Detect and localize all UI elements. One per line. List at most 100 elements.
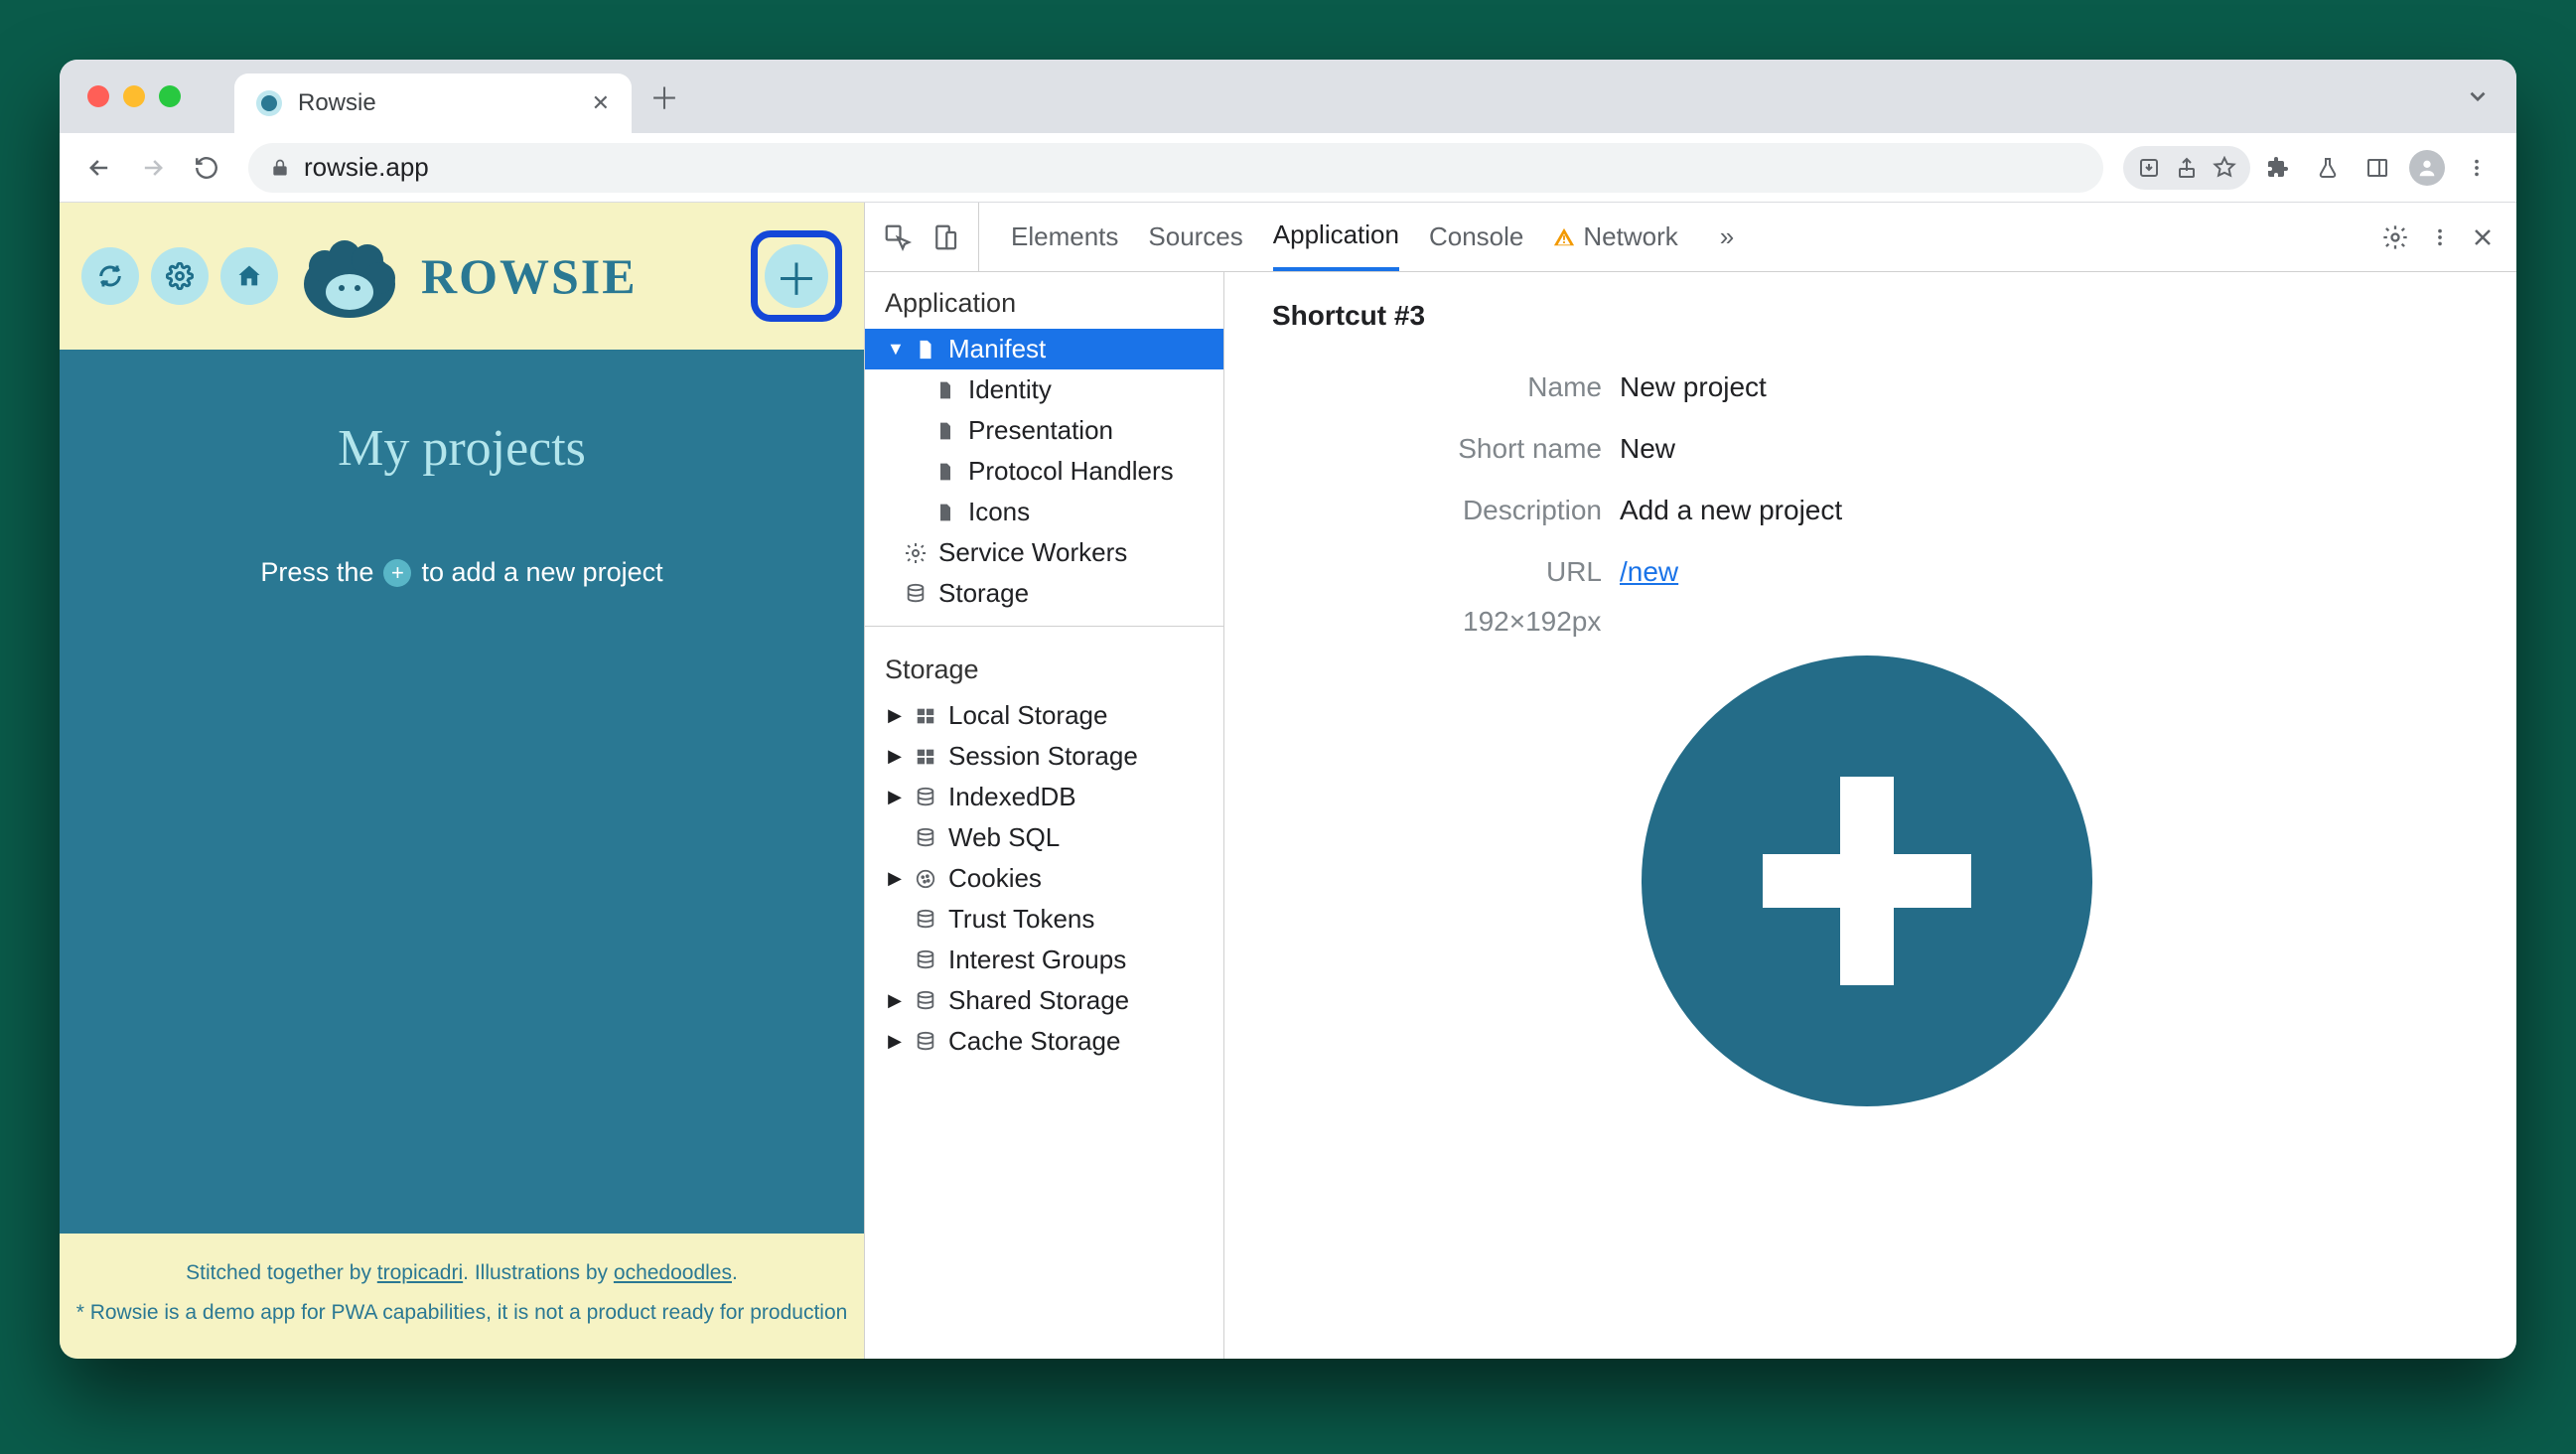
inspect-element-icon[interactable] (883, 222, 913, 252)
app-footer: Stitched together by tropicadri. Illustr… (60, 1234, 864, 1359)
tree-storage[interactable]: Storage (865, 573, 1223, 614)
tree-item[interactable]: Trust Tokens (865, 899, 1223, 940)
rowsie-app: ROWSIE ＋ My projects Press the + to add … (60, 203, 864, 1359)
database-icon (903, 581, 929, 607)
credit-link-1[interactable]: tropicadri (377, 1261, 463, 1284)
toolbar-right (2123, 146, 2499, 190)
side-panel-icon[interactable] (2356, 146, 2399, 190)
field-value-shortname: New (1620, 433, 2477, 465)
close-window-button[interactable] (87, 85, 109, 107)
tree-label: Web SQL (948, 822, 1060, 853)
tree-label: Service Workers (938, 537, 1127, 568)
warning-icon (1553, 226, 1575, 248)
tree-label: Storage (938, 578, 1029, 609)
tree-item[interactable]: ▶Session Storage (865, 736, 1223, 777)
tree-item[interactable]: Interest Groups (865, 940, 1223, 980)
storage-icon (913, 785, 938, 810)
browser-tab[interactable]: Rowsie ✕ (234, 73, 632, 133)
field-label-url: URL (1264, 556, 1602, 588)
browser-window: Rowsie ✕ ＋ rowsie.app (60, 60, 2516, 1359)
devtools-sidebar: Application ▼ Manifest IdentityPresentat… (865, 272, 1224, 1359)
devtools-tab-application[interactable]: Application (1273, 203, 1399, 271)
tree-item[interactable]: Web SQL (865, 817, 1223, 858)
labs-icon[interactable] (2306, 146, 2350, 190)
close-tab-icon[interactable]: ✕ (592, 90, 610, 116)
settings-icon[interactable] (151, 247, 209, 305)
storage-icon (913, 988, 938, 1014)
url-text: rowsie.app (304, 152, 429, 183)
devtools-tab-elements[interactable]: Elements (1011, 203, 1118, 271)
page-actions-pill (2123, 146, 2250, 190)
content-area: ROWSIE ＋ My projects Press the + to add … (60, 203, 2516, 1359)
install-pwa-icon[interactable] (2137, 156, 2161, 180)
forward-button[interactable] (131, 146, 175, 190)
chrome-menu-icon[interactable] (2455, 146, 2499, 190)
field-value-description: Add a new project (1620, 495, 2477, 526)
tree-item[interactable]: Identity (865, 369, 1223, 410)
tree-item[interactable]: ▶Local Storage (865, 695, 1223, 736)
credit-link-2[interactable]: ochedoodles (614, 1261, 732, 1284)
storage-icon (913, 825, 938, 851)
icon-dimensions: 192×192px (1463, 606, 2477, 638)
add-button-highlight: ＋ (751, 230, 842, 322)
footer-text: . (732, 1261, 738, 1284)
extensions-icon[interactable] (2256, 146, 2300, 190)
tab-title: Rowsie (298, 89, 576, 117)
tree-item[interactable]: Presentation (865, 410, 1223, 451)
bookmark-icon[interactable] (2213, 156, 2236, 180)
tab-overflow-icon[interactable] (2465, 83, 2491, 109)
tree-label: Protocol Handlers (968, 456, 1174, 487)
field-label-shortname: Short name (1264, 433, 1602, 465)
devtools-tab-label: Application (1273, 219, 1399, 250)
profile-avatar[interactable] (2405, 146, 2449, 190)
devtools-settings-icon[interactable] (2381, 223, 2409, 251)
devtools-tab-console[interactable]: Console (1429, 203, 1523, 271)
hint-text-post: to add a new project (421, 557, 662, 588)
tree-item[interactable]: Protocol Handlers (865, 451, 1223, 492)
share-icon[interactable] (2175, 156, 2199, 180)
devtools-tab-label: Console (1429, 221, 1523, 252)
reload-button[interactable] (185, 146, 228, 190)
tabs-overflow-icon[interactable]: » (1720, 221, 1734, 252)
devtools-close-icon[interactable] (2471, 225, 2495, 249)
devtools-tab-network[interactable]: Network (1553, 203, 1677, 271)
tree-item[interactable]: Icons (865, 492, 1223, 532)
file-icon (932, 418, 958, 444)
tree-manifest[interactable]: ▼ Manifest (865, 329, 1223, 369)
address-bar[interactable]: rowsie.app (248, 143, 2103, 193)
file-icon (932, 459, 958, 485)
plus-icon: + (383, 559, 411, 587)
footer-disclaimer: * Rowsie is a demo app for PWA capabilit… (73, 1293, 850, 1333)
devtools-tab-sources[interactable]: Sources (1148, 203, 1242, 271)
tree-service-workers[interactable]: Service Workers (865, 532, 1223, 573)
file-icon (932, 500, 958, 525)
devtools-toolbar: Elements Sources Application Console Network… (865, 203, 2516, 272)
tree-item[interactable]: ▶Shared Storage (865, 980, 1223, 1021)
tree-label: Icons (968, 497, 1030, 527)
tree-item[interactable]: ▶Cache Storage (865, 1021, 1223, 1062)
tree-label: IndexedDB (948, 782, 1076, 812)
add-project-button[interactable]: ＋ (765, 244, 828, 308)
lock-icon (270, 158, 290, 178)
file-icon (913, 337, 938, 363)
devtools-tab-label: Sources (1148, 221, 1242, 252)
devtools-tab-label: Elements (1011, 221, 1118, 252)
new-tab-button[interactable]: ＋ (649, 74, 679, 118)
field-label-name: Name (1264, 371, 1602, 403)
shortcut-title: Shortcut #3 (1264, 300, 2477, 332)
tree-item[interactable]: ▶Cookies (865, 858, 1223, 899)
tree-label: Presentation (968, 415, 1113, 446)
home-icon[interactable] (220, 247, 278, 305)
shortcut-icon-preview (1642, 655, 2092, 1106)
minimize-window-button[interactable] (123, 85, 145, 107)
sync-icon[interactable] (81, 247, 139, 305)
devtools-main: Shortcut #3 Name New project Short name … (1224, 272, 2516, 1359)
tree-label: Manifest (948, 334, 1046, 364)
devtools-menu-icon[interactable] (2429, 226, 2451, 248)
device-toolbar-icon[interactable] (930, 222, 960, 252)
gear-icon (903, 540, 929, 566)
field-value-url[interactable]: /new (1620, 556, 1678, 587)
maximize-window-button[interactable] (159, 85, 181, 107)
tree-item[interactable]: ▶IndexedDB (865, 777, 1223, 817)
back-button[interactable] (77, 146, 121, 190)
